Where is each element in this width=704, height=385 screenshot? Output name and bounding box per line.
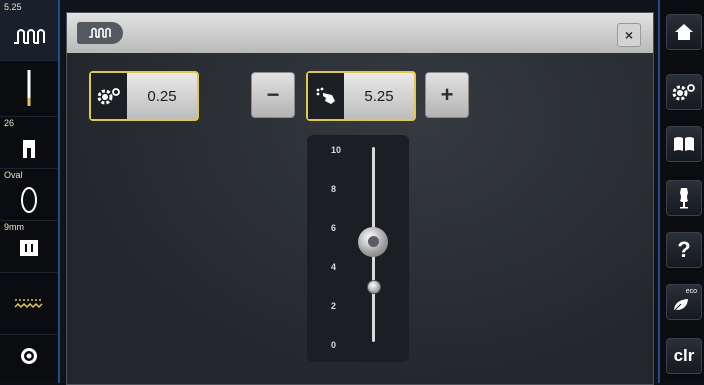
screen: 5.25 26 Oval 9mm × 0.25 − 5.25 + 10 8 6 … bbox=[0, 0, 704, 385]
dress-form-icon bbox=[680, 188, 688, 209]
hoop-label: Oval bbox=[4, 170, 23, 180]
left-sidebar: 5.25 26 Oval 9mm bbox=[0, 0, 60, 383]
stitch-number: 5.25 bbox=[4, 2, 22, 12]
needle-icon bbox=[27, 70, 31, 106]
close-button[interactable]: × bbox=[617, 23, 641, 47]
stitch-length-dialog: × 0.25 − 5.25 + 10 8 6 4 2 0 bbox=[66, 12, 654, 385]
gear-icon bbox=[672, 84, 695, 101]
plate-label: 9mm bbox=[4, 222, 24, 232]
clear-label: clr bbox=[673, 346, 695, 365]
home-icon bbox=[675, 24, 693, 40]
stitch-plate-icon bbox=[20, 240, 38, 256]
hand-touch-icon bbox=[316, 87, 335, 104]
clear-button[interactable]: clr bbox=[666, 338, 702, 374]
slider-handle[interactable] bbox=[358, 226, 388, 257]
leaf-icon bbox=[673, 299, 688, 312]
default-value-marker bbox=[367, 279, 381, 294]
tick-label: 0 bbox=[331, 340, 337, 350]
presser-foot-icon bbox=[23, 140, 35, 158]
stitch-length-value: 0.25 bbox=[147, 87, 177, 105]
tick-label: 8 bbox=[331, 184, 337, 194]
bobbin-icon bbox=[21, 348, 37, 364]
plus-button[interactable]: + bbox=[425, 72, 469, 118]
tick-label: 4 bbox=[331, 262, 337, 272]
tick-label: 6 bbox=[331, 223, 337, 233]
sidebar-bobbin[interactable] bbox=[0, 334, 58, 383]
current-value-field[interactable]: 5.25 bbox=[306, 71, 416, 121]
help-button[interactable]: ? bbox=[666, 232, 702, 268]
sidebar-needle[interactable] bbox=[0, 60, 58, 117]
help-icon: ? bbox=[677, 237, 691, 262]
guide-button[interactable] bbox=[666, 126, 702, 162]
gear-icon bbox=[97, 88, 120, 105]
current-value: 5.25 bbox=[364, 87, 394, 105]
stitch-length-slider[interactable]: 10 8 6 4 2 0 bbox=[307, 135, 409, 362]
stitch-pattern-icon bbox=[14, 299, 43, 309]
sidebar-presser-foot[interactable]: 26 bbox=[0, 116, 58, 169]
tick-label: 2 bbox=[331, 301, 337, 311]
eco-button[interactable]: eco bbox=[666, 284, 702, 320]
stitch-tab[interactable] bbox=[77, 22, 123, 44]
home-button[interactable] bbox=[666, 14, 702, 50]
book-icon bbox=[674, 137, 694, 151]
minus-button[interactable]: − bbox=[251, 72, 295, 118]
sidebar-stitch-selection[interactable]: 5.25 bbox=[0, 0, 58, 61]
stitch-icon bbox=[14, 29, 45, 44]
settings-button[interactable] bbox=[666, 74, 702, 110]
eco-label: eco bbox=[685, 288, 697, 295]
sidebar-stitch-plate[interactable]: 9mm bbox=[0, 220, 58, 273]
stitch-icon bbox=[89, 27, 111, 38]
presser-foot-number: 26 bbox=[4, 118, 15, 128]
oval-hoop-icon bbox=[21, 187, 37, 213]
tick-label: 10 bbox=[331, 145, 342, 155]
sidebar-thread-tension[interactable] bbox=[0, 272, 58, 335]
creative-consultant-button[interactable] bbox=[666, 180, 702, 216]
dialog-titlebar: × bbox=[67, 13, 653, 53]
settings-icon-wrap bbox=[91, 73, 127, 119]
stitch-length-field[interactable]: 0.25 bbox=[89, 71, 199, 121]
right-sidebar: ? eco clr bbox=[658, 0, 704, 383]
sidebar-hoop[interactable]: Oval bbox=[0, 168, 58, 221]
dialog-content: 0.25 − 5.25 + 10 8 6 4 2 0 bbox=[67, 53, 653, 384]
touch-icon-wrap bbox=[308, 73, 344, 119]
